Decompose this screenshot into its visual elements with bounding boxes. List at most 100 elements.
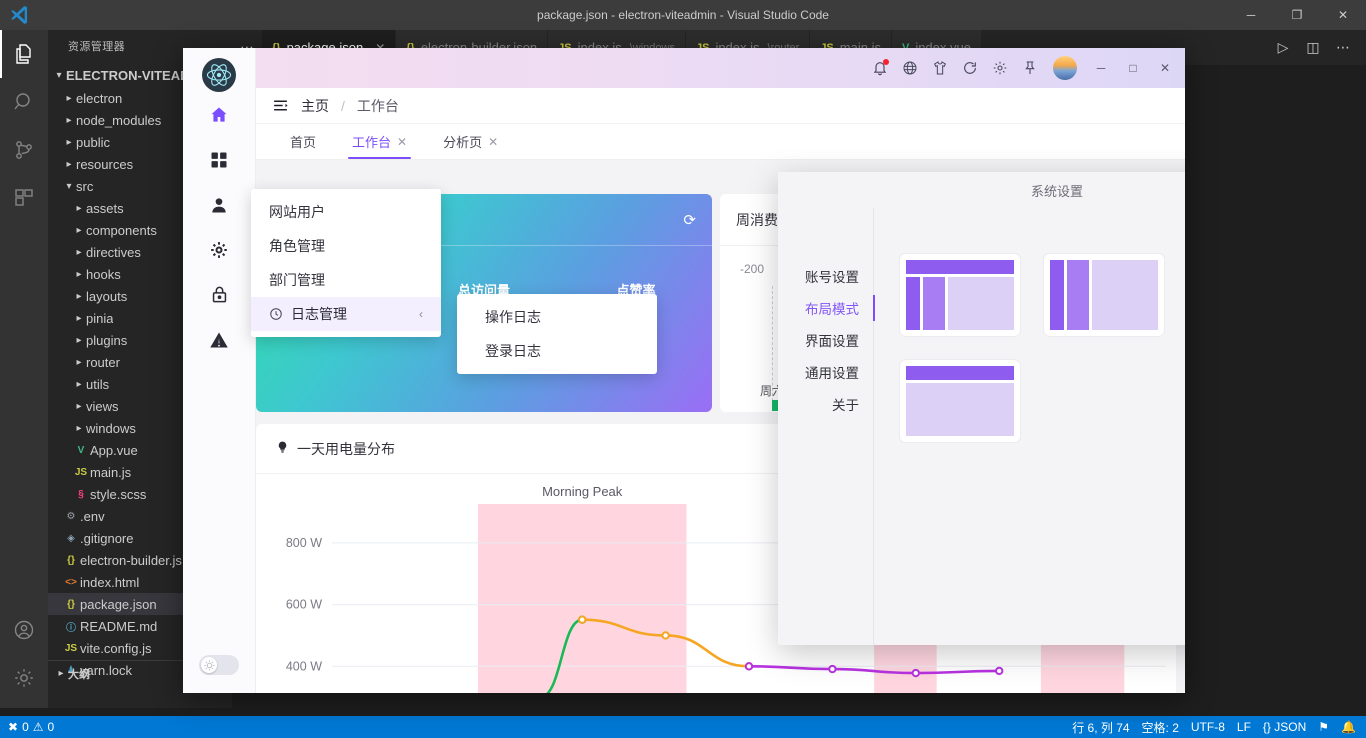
menu-item[interactable]: 网站用户 bbox=[251, 195, 441, 229]
explorer-item-label: pinia bbox=[86, 310, 114, 326]
run-icon[interactable]: ▷ bbox=[1270, 39, 1296, 56]
toggle-knob bbox=[201, 657, 217, 673]
status-encoding[interactable]: UTF-8 bbox=[1191, 720, 1225, 734]
breadcrumb-root[interactable]: 主页 bbox=[301, 96, 329, 116]
dialog-nav-label: 关于 bbox=[832, 398, 859, 413]
status-indentation[interactable]: 空格: 2 bbox=[1142, 719, 1179, 736]
chevron-right-icon: ▸ bbox=[66, 158, 72, 170]
dialog-nav-label: 界面设置 bbox=[805, 334, 859, 349]
status-cursor-position[interactable]: 行 6, 列 74 bbox=[1072, 719, 1129, 736]
settings-gear-icon[interactable] bbox=[987, 55, 1013, 81]
file-type-icon: ◈ bbox=[67, 532, 75, 544]
submenu-item[interactable]: 操作日志 bbox=[457, 300, 657, 334]
file-type-icon: JS bbox=[64, 642, 78, 654]
source-control-icon[interactable] bbox=[0, 126, 48, 174]
menu-collapse-icon[interactable] bbox=[272, 97, 289, 114]
menu-item[interactable]: 日志管理 ‹ bbox=[251, 297, 441, 331]
explorer-item-label: vite.config.js bbox=[80, 640, 152, 656]
menu-item[interactable]: 角色管理 bbox=[251, 229, 441, 263]
status-eol[interactable]: LF bbox=[1237, 720, 1251, 734]
dialog-nav-item[interactable]: 关于 bbox=[777, 388, 873, 420]
sidebar-item-permission[interactable] bbox=[183, 272, 256, 317]
app-tab-label: 工作台 bbox=[352, 135, 392, 150]
dialog-nav-item[interactable]: 通用设置 bbox=[777, 356, 873, 388]
pin-icon[interactable] bbox=[1017, 55, 1043, 81]
explorer-icon[interactable] bbox=[0, 30, 48, 78]
app-tab-close-icon[interactable]: ✕ bbox=[397, 135, 407, 149]
status-feedback-icon[interactable]: ⚑ bbox=[1318, 720, 1329, 734]
explorer-item-label: electron-builder.js bbox=[80, 552, 182, 568]
chart-data-point bbox=[828, 664, 837, 674]
dialog-nav-item[interactable]: 界面设置 bbox=[777, 324, 873, 356]
dialog-main-panel bbox=[874, 208, 1185, 645]
sidebar-item-error[interactable] bbox=[183, 317, 256, 362]
sidebar-item-home[interactable] bbox=[183, 92, 256, 137]
submenu-item[interactable]: 登录日志 bbox=[457, 334, 657, 368]
menu-item-label: 角色管理 bbox=[269, 238, 325, 254]
vscode-restore-button[interactable]: ❐ bbox=[1274, 0, 1320, 30]
week-axis-label: -200 bbox=[740, 262, 765, 276]
vscode-minimize-button[interactable]: ─ bbox=[1228, 0, 1274, 30]
menu-item[interactable]: 部门管理 bbox=[251, 263, 441, 297]
app-tab-close-icon[interactable]: ✕ bbox=[488, 135, 498, 149]
layout-preview-topbar bbox=[906, 366, 1014, 380]
app-tab-1[interactable]: 首页 bbox=[272, 124, 334, 159]
explorer-item-label: .gitignore bbox=[80, 530, 134, 546]
language-icon[interactable] bbox=[897, 55, 923, 81]
status-problems[interactable]: ✖ 0 ⚠ 0 bbox=[0, 720, 54, 734]
chevron-right-icon: ▸ bbox=[76, 290, 82, 302]
stat-refresh-icon[interactable]: ⟳ bbox=[683, 211, 696, 229]
explorer-item-label: views bbox=[86, 398, 119, 414]
explorer-item-label: style.scss bbox=[90, 486, 147, 502]
dialog-nav-item[interactable]: 账号设置 bbox=[777, 260, 873, 292]
sidebar-item-settings[interactable] bbox=[183, 227, 256, 272]
app-tab-2[interactable]: 工作台 ✕ bbox=[334, 124, 425, 159]
layout-preview-aside bbox=[1067, 260, 1089, 330]
layout-option-horizontal[interactable] bbox=[900, 360, 1020, 442]
explorer-item-label: plugins bbox=[86, 332, 128, 348]
split-editor-icon[interactable]: ◫ bbox=[1300, 39, 1326, 56]
user-avatar[interactable] bbox=[1053, 56, 1077, 80]
app-tab-3[interactable]: 分析页 ✕ bbox=[425, 124, 516, 159]
app-minimize-button[interactable]: ─ bbox=[1087, 55, 1115, 81]
explorer-item-label: electron bbox=[76, 90, 123, 106]
error-icon: ✖ bbox=[8, 720, 19, 734]
sidebar-item-apps[interactable] bbox=[183, 137, 256, 182]
explorer-item-label: main.js bbox=[90, 464, 132, 480]
file-type-icon: ⓘ bbox=[66, 622, 76, 634]
extensions-icon[interactable] bbox=[0, 174, 48, 222]
chart-y-tick-label: 600 W bbox=[286, 598, 322, 612]
search-icon[interactable] bbox=[0, 78, 48, 126]
chart-data-point bbox=[661, 631, 670, 640]
dialog-nav-item[interactable]: 布局模式 bbox=[777, 292, 875, 324]
warning-count: 0 bbox=[47, 720, 55, 734]
layout-preview-rail bbox=[906, 277, 920, 330]
app-tab-bar: 首页 工作台 ✕ 分析页 ✕ bbox=[256, 124, 1185, 160]
layout-option-columns[interactable] bbox=[1044, 254, 1164, 336]
status-language-mode[interactable]: {} JSON bbox=[1263, 720, 1306, 734]
notification-icon[interactable] bbox=[867, 55, 893, 81]
explorer-item-label: resources bbox=[76, 156, 134, 172]
theme-toggle-switch[interactable] bbox=[199, 655, 239, 675]
more-actions-icon[interactable]: ⋯ bbox=[1330, 39, 1356, 56]
vscode-close-button[interactable]: ✕ bbox=[1320, 0, 1366, 30]
layout-option-classic[interactable] bbox=[900, 254, 1020, 336]
app-close-button[interactable]: ✕ bbox=[1151, 55, 1179, 81]
app-maximize-button[interactable]: □ bbox=[1119, 55, 1147, 81]
accounts-icon[interactable] bbox=[0, 606, 48, 654]
chart-data-point bbox=[911, 668, 920, 678]
refresh-icon[interactable] bbox=[957, 55, 983, 81]
dialog-body: 账号设置 布局模式界面设置通用设置关于 bbox=[778, 208, 1185, 645]
status-notifications-icon[interactable]: 🔔 bbox=[1341, 720, 1356, 734]
outline-label: 大纲 bbox=[68, 668, 90, 681]
menu-item-label: 网站用户 bbox=[269, 204, 325, 220]
chevron-right-icon: ▸ bbox=[66, 114, 72, 126]
explorer-item-label: README.md bbox=[80, 618, 158, 634]
manage-settings-icon[interactable] bbox=[0, 654, 48, 702]
chevron-right-icon: ▸ bbox=[66, 136, 72, 148]
sidebar-item-user[interactable] bbox=[183, 182, 256, 227]
chevron-right-icon: ▸ bbox=[58, 668, 64, 679]
chevron-right-icon: ▸ bbox=[76, 268, 82, 280]
theme-icon[interactable] bbox=[927, 55, 953, 81]
vscode-activity-bar bbox=[0, 30, 48, 708]
